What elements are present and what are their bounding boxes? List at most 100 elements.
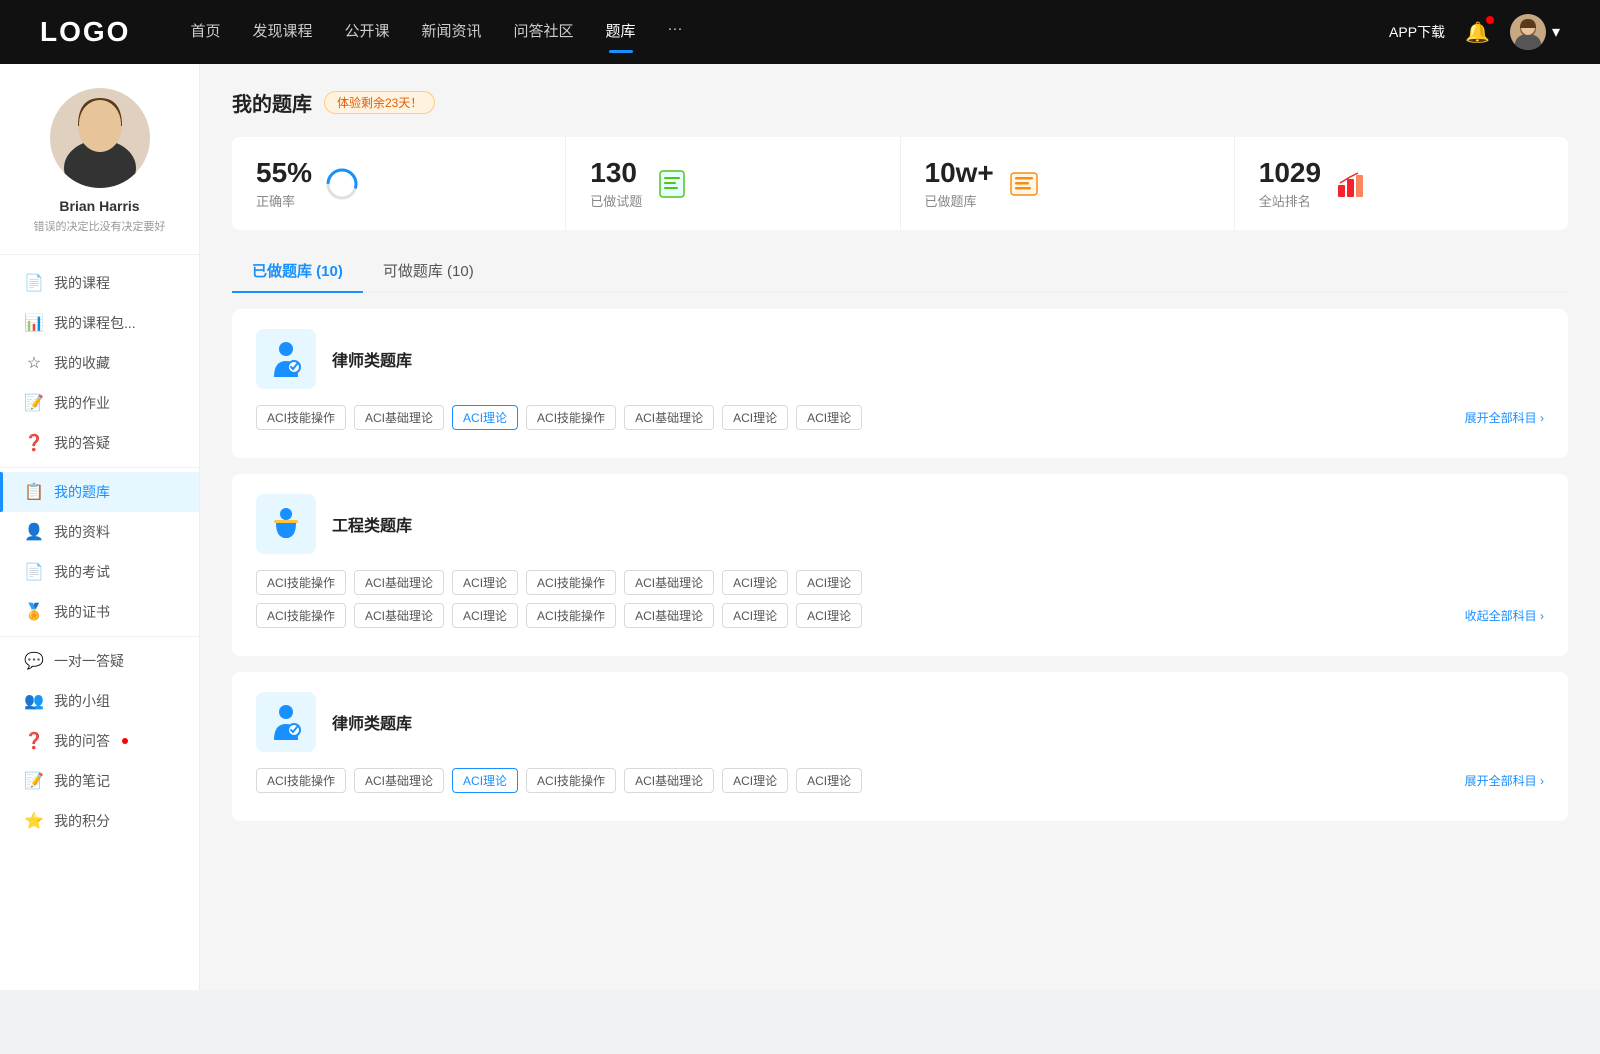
avatar-chevron: ▾	[1552, 22, 1560, 42]
tag-1-0-4[interactable]: ACI基础理论	[624, 570, 714, 595]
notification-bell-icon[interactable]: 🔔	[1465, 20, 1490, 45]
tag-2-0-3[interactable]: ACI技能操作	[526, 768, 616, 793]
sidebar-item-我的资料[interactable]: 👤 我的资料	[0, 512, 199, 552]
sidebar-item-我的笔记[interactable]: 📝 我的笔记	[0, 761, 199, 801]
menu-label: 我的资料	[54, 522, 110, 542]
stat-accuracy-label: 正确率	[256, 191, 312, 210]
menu-divider	[0, 467, 199, 468]
expand-link-0[interactable]: 展开全部科目 ›	[1465, 409, 1544, 426]
nav-item-新闻资讯[interactable]: 新闻资讯	[422, 20, 482, 45]
tab-1[interactable]: 可做题库 (10)	[363, 250, 494, 291]
tag-0-0-2[interactable]: ACI理论	[452, 405, 518, 430]
tag-0-0-6[interactable]: ACI理论	[796, 405, 862, 430]
sidebar-item-我的题库[interactable]: 📋 我的题库	[0, 472, 199, 512]
tag-0-0-0[interactable]: ACI技能操作	[256, 405, 346, 430]
qbank-title-1: 工程类题库	[332, 512, 412, 536]
app-download-button[interactable]: APP下载	[1389, 22, 1445, 42]
menu-icon: ❓	[24, 433, 44, 453]
menu-label: 我的作业	[54, 393, 110, 413]
tag-1-0-6[interactable]: ACI理论	[796, 570, 862, 595]
sidebar: Brian Harris 错误的决定比没有决定要好 📄 我的课程 📊 我的课程包…	[0, 64, 200, 990]
tags-row-1-1: ACI技能操作 ACI基础理论 ACI理论 ACI技能操作 ACI基础理论 ACI理论 AC…	[256, 603, 1544, 628]
tag-1-1-3[interactable]: ACI技能操作	[526, 603, 616, 628]
stat-done-banks: 10w+ 已做题库	[901, 137, 1235, 230]
unread-dot	[122, 738, 128, 744]
menu-label: 我的课程包...	[54, 313, 136, 333]
sidebar-item-我的问答[interactable]: ❓ 我的问答	[0, 721, 199, 761]
qbank-list: 律师类题库 ACI技能操作ACI基础理论ACI理论ACI技能操作ACI基础理论A…	[232, 309, 1568, 821]
main-nav: 首页 发现课程 公开课 新闻资讯 问答社区 题库 ···	[190, 20, 1389, 45]
sidebar-item-我的作业[interactable]: 📝 我的作业	[0, 383, 199, 423]
tag-1-1-6[interactable]: ACI理论	[796, 603, 862, 628]
tag-1-1-2[interactable]: ACI理论	[452, 603, 518, 628]
stat-done-banks-label: 已做题库	[925, 191, 994, 210]
menu-label: 我的小组	[54, 691, 110, 711]
tag-0-0-1[interactable]: ACI基础理论	[354, 405, 444, 430]
qbank-icon-0	[256, 329, 316, 389]
nav-item-公开课[interactable]: 公开课	[344, 20, 389, 45]
sidebar-item-一对一答疑[interactable]: 💬 一对一答疑	[0, 641, 199, 681]
tag-1-0-3[interactable]: ACI技能操作	[526, 570, 616, 595]
tags-row-1-0: ACI技能操作 ACI基础理论 ACI理论 ACI技能操作 ACI基础理论 ACI理论 AC…	[256, 570, 1544, 595]
menu-icon: ⭐	[24, 811, 44, 831]
sidebar-item-我的小组[interactable]: 👥 我的小组	[0, 681, 199, 721]
main-content: 我的题库 体验剩余23天！ 55% 正确率 130	[200, 64, 1600, 990]
profile-avatar	[50, 88, 150, 188]
menu-icon: 👤	[24, 522, 44, 542]
tag-1-1-1[interactable]: ACI基础理论	[354, 603, 444, 628]
tag-1-1-5[interactable]: ACI理论	[722, 603, 788, 628]
nav-item-发现课程[interactable]: 发现课程	[252, 20, 312, 45]
stat-accuracy: 55% 正确率	[232, 137, 566, 230]
sidebar-item-我的积分[interactable]: ⭐ 我的积分	[0, 801, 199, 841]
stat-rank: 1029 全站排名	[1235, 137, 1568, 230]
accuracy-icon	[324, 166, 360, 202]
tab-0[interactable]: 已做题库 (10)	[232, 250, 363, 291]
stat-done-questions-value: 130	[590, 157, 642, 189]
tag-1-0-1[interactable]: ACI基础理论	[354, 570, 444, 595]
tag-0-0-3[interactable]: ACI技能操作	[526, 405, 616, 430]
sidebar-item-我的考试[interactable]: 📄 我的考试	[0, 552, 199, 592]
menu-label: 我的证书	[54, 602, 110, 622]
expand-link-2[interactable]: 展开全部科目 ›	[1465, 772, 1544, 789]
sidebar-item-我的课程[interactable]: 📄 我的课程	[0, 263, 199, 303]
tag-2-0-0[interactable]: ACI技能操作	[256, 768, 346, 793]
sidebar-item-我的收藏[interactable]: ☆ 我的收藏	[0, 343, 199, 383]
tag-1-0-5[interactable]: ACI理论	[722, 570, 788, 595]
tag-1-1-0[interactable]: ACI技能操作	[256, 603, 346, 628]
layout: Brian Harris 错误的决定比没有决定要好 📄 我的课程 📊 我的课程包…	[0, 64, 1600, 990]
nav-item-问答社区[interactable]: 问答社区	[514, 20, 574, 45]
menu-icon: 📋	[24, 482, 44, 502]
tag-2-0-4[interactable]: ACI基础理论	[624, 768, 714, 793]
expand-link-1[interactable]: 收起全部科目 ›	[1465, 607, 1544, 624]
sidebar-menu: 📄 我的课程 📊 我的课程包... ☆ 我的收藏 📝 我的作业 ❓ 我的答疑 📋…	[0, 263, 199, 841]
menu-icon: 📄	[24, 562, 44, 582]
tag-0-0-5[interactable]: ACI理论	[722, 405, 788, 430]
stats-row: 55% 正确率 130 已做试题	[232, 137, 1568, 230]
tag-1-0-2[interactable]: ACI理论	[452, 570, 518, 595]
sidebar-item-我的课程包...[interactable]: 📊 我的课程包...	[0, 303, 199, 343]
menu-divider	[0, 636, 199, 637]
menu-icon: 📊	[24, 313, 44, 333]
tag-0-0-4[interactable]: ACI基础理论	[624, 405, 714, 430]
tag-1-0-0[interactable]: ACI技能操作	[256, 570, 346, 595]
menu-label: 一对一答疑	[54, 651, 124, 671]
sidebar-item-我的证书[interactable]: 🏅 我的证书	[0, 592, 199, 632]
menu-label: 我的考试	[54, 562, 110, 582]
qbank-header-1: 工程类题库	[256, 494, 1544, 554]
nav-item-首页[interactable]: 首页	[190, 20, 220, 45]
logo[interactable]: LOGO	[40, 16, 130, 48]
tag-2-0-2[interactable]: ACI理论	[452, 768, 518, 793]
sidebar-item-我的答疑[interactable]: ❓ 我的答疑	[0, 423, 199, 463]
tag-2-0-1[interactable]: ACI基础理论	[354, 768, 444, 793]
nav-item-题库[interactable]: 题库	[606, 20, 636, 45]
tag-2-0-6[interactable]: ACI理论	[796, 768, 862, 793]
menu-label: 我的笔记	[54, 771, 110, 791]
stat-rank-value: 1029	[1259, 157, 1321, 189]
tag-1-1-4[interactable]: ACI基础理论	[624, 603, 714, 628]
qbank-header-2: 律师类题库	[256, 692, 1544, 752]
page-title: 我的题库	[232, 88, 312, 117]
user-avatar-menu[interactable]: ▾	[1510, 14, 1560, 50]
nav-item-···[interactable]: ···	[668, 20, 683, 45]
menu-label: 我的收藏	[54, 353, 110, 373]
tag-2-0-5[interactable]: ACI理论	[722, 768, 788, 793]
